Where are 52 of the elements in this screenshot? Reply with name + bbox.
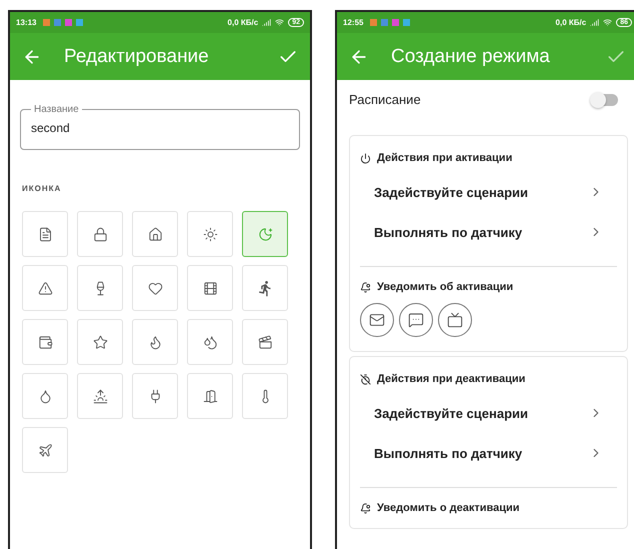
flame-icon <box>148 334 162 350</box>
signal-icon <box>590 18 600 27</box>
power-icon <box>360 152 371 164</box>
clapperboard-icon <box>258 334 272 350</box>
star-icon <box>92 334 108 350</box>
door-icon <box>202 388 218 404</box>
tv-button[interactable] <box>438 303 472 337</box>
house-icon <box>148 226 162 242</box>
mail-button[interactable] <box>360 303 394 337</box>
card-title: Уведомить об активации <box>377 281 514 293</box>
card-title: Уведомить о деактивации <box>377 502 520 514</box>
field-label: Название <box>33 104 80 115</box>
document-icon <box>38 226 52 242</box>
heart-icon <box>148 280 162 296</box>
warning-icon <box>38 280 52 296</box>
card-title: Действия при деактивации <box>377 373 526 385</box>
airplane-icon <box>38 442 52 458</box>
network-speed: 0,0 КБ/с <box>228 18 258 27</box>
message-button[interactable] <box>399 303 433 337</box>
signal-icon <box>262 18 272 27</box>
drops-icon <box>202 334 218 350</box>
drop-icon <box>38 388 52 404</box>
timer-off-icon <box>360 374 371 384</box>
wifi-icon <box>603 18 612 27</box>
screen-title: Создание режима <box>391 46 551 68</box>
sun-icon <box>202 226 218 242</box>
wallet-icon <box>38 334 52 350</box>
notification-icon <box>360 282 371 292</box>
section-title: ИКОНКА <box>22 184 62 193</box>
name-input[interactable]: second <box>31 121 289 135</box>
action-item[interactable]: Выполнять по датчику <box>360 433 627 473</box>
running-person-icon <box>256 280 274 296</box>
action-item[interactable]: Выполнять по датчику <box>360 212 627 252</box>
network-speed: 0,0 КБ/с <box>556 18 586 27</box>
moon-icon <box>258 226 272 242</box>
action-item[interactable]: Задействуйте сценарии <box>360 393 627 433</box>
schedule-label: Расписание <box>349 92 421 107</box>
film-icon <box>202 280 218 296</box>
status-time: 13:13 <box>16 18 36 27</box>
name-field[interactable]: Название second <box>20 104 300 150</box>
card-title: Действия при активации <box>377 152 512 164</box>
screen-title: Редактирование <box>64 46 210 68</box>
wifi-icon <box>275 18 284 27</box>
tv-icon <box>447 312 463 328</box>
sunrise-icon <box>92 388 108 404</box>
padlock-icon <box>92 226 108 242</box>
schedule-toggle[interactable] <box>592 94 618 106</box>
notification-icon <box>360 502 371 514</box>
envelope-icon <box>369 312 385 328</box>
status-time: 12:55 <box>343 18 364 27</box>
action-item[interactable]: Задействуйте сценарии <box>360 172 627 212</box>
chat-icon <box>408 312 424 328</box>
